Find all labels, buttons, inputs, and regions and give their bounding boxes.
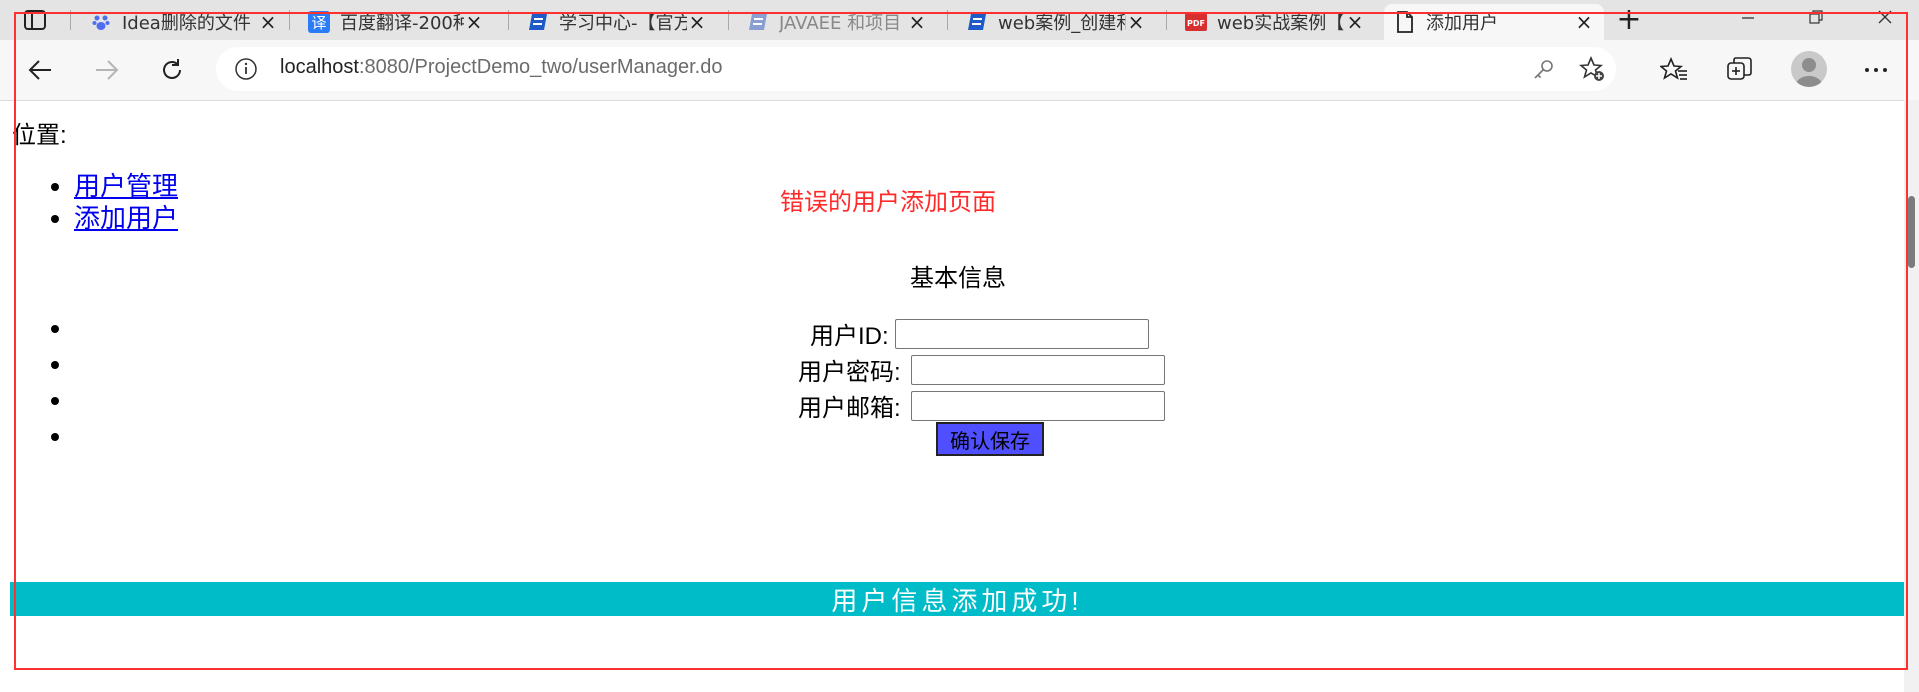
tab-6[interactable]: PDF web实战案例【 × [1175, 4, 1375, 40]
baidu-paw-icon [90, 11, 112, 33]
list-item [74, 382, 81, 418]
tab-1[interactable]: Idea删除的文件 × [80, 4, 288, 40]
minimize-icon [1742, 17, 1754, 19]
forward-arrow-icon [96, 60, 119, 80]
close-icon [1878, 10, 1892, 24]
tab-2[interactable]: 译 百度翻译-200种 × [298, 4, 494, 40]
more-dots-icon [1865, 68, 1887, 72]
tab-strip: Idea删除的文件 × 译 百度翻译-200种 × 学习中心-【官方 × JAV… [0, 0, 1919, 40]
link-add-user[interactable]: 添加用户 [74, 203, 178, 233]
tab-separator [947, 10, 948, 30]
close-icon[interactable]: × [1345, 12, 1365, 32]
user-id-label: 用户ID: [810, 323, 889, 350]
tab-3[interactable]: 学习中心-【官方 × [517, 4, 717, 40]
nav-links: 用户管理 添加用户 [0, 170, 178, 234]
csdn-edu-icon [966, 11, 988, 33]
back-button[interactable] [20, 52, 60, 88]
refresh-button[interactable] [152, 52, 192, 88]
list-item: 用户管理 [74, 170, 178, 202]
scrollbar-thumb[interactable] [1908, 196, 1915, 268]
csdn-edu-icon [747, 11, 769, 33]
url-host: localhost [280, 56, 359, 78]
empty-bullet-list [0, 310, 81, 454]
plus-icon: + [1616, 2, 1642, 37]
tab-separator [1166, 10, 1167, 30]
tab-4[interactable]: JAVAEE 和项目 × [737, 4, 937, 40]
success-message-bar: 用户信息添加成功! [10, 582, 1904, 616]
baidu-translate-icon: 译 [308, 11, 330, 33]
error-title: 错误的用户添加页面 [780, 189, 996, 216]
tab-separator [728, 10, 729, 30]
url-path: :8080/ProjectDemo_two/userManager.do [358, 56, 723, 78]
page-content: 位置: 用户管理 添加用户 错误的用户添加页面 基本信息 用户ID: 用户密码:… [0, 100, 1904, 692]
favorites-icon [1660, 57, 1687, 80]
add-favorite-icon[interactable] [1579, 56, 1605, 82]
user-email-input[interactable] [910, 390, 1165, 421]
url-text[interactable]: localhost:8080/ProjectDemo_two/userManag… [280, 56, 722, 79]
link-user-management[interactable]: 用户管理 [74, 171, 178, 201]
svg-text:译: 译 [311, 14, 326, 32]
pdf-icon: PDF [1185, 11, 1207, 33]
user-email-row: 用户邮箱: [798, 388, 1165, 423]
user-email-label: 用户邮箱: [798, 395, 901, 422]
user-password-label: 用户密码: [798, 359, 901, 386]
csdn-edu-icon [527, 11, 549, 33]
settings-more-button[interactable] [1858, 52, 1894, 88]
tab-separator [289, 10, 290, 30]
collections-button[interactable] [1722, 52, 1758, 88]
restore-icon [1809, 10, 1823, 24]
tab-6-label: web实战案例【 [1217, 13, 1345, 34]
avatar[interactable] [1791, 51, 1827, 87]
key-icon[interactable] [1532, 57, 1556, 81]
tab-1-label: Idea删除的文件 [122, 13, 251, 34]
collections-icon [1727, 57, 1752, 80]
list-item [74, 346, 81, 382]
favorites-button[interactable] [1656, 52, 1692, 88]
list-item [74, 418, 81, 454]
svg-text:PDF: PDF [1187, 19, 1205, 28]
toolbar: localhost:8080/ProjectDemo_two/userManag… [0, 40, 1919, 101]
tab-separator [508, 10, 509, 30]
forward-button[interactable] [87, 52, 127, 88]
close-window-button[interactable] [1855, 0, 1915, 34]
list-item: 添加用户 [74, 202, 178, 234]
refresh-icon [163, 59, 181, 79]
location-label: 位置: [12, 122, 67, 149]
user-profile-icon [1796, 58, 1822, 87]
user-id-row: 用户ID: [810, 316, 1149, 351]
tab-2-label: 百度翻译-200种 [340, 13, 464, 34]
close-icon[interactable]: × [687, 12, 707, 32]
tab-3-label: 学习中心-【官方 [559, 13, 687, 34]
info-icon[interactable] [234, 57, 258, 81]
address-bar[interactable]: localhost:8080/ProjectDemo_two/userManag… [216, 47, 1616, 91]
back-arrow-icon [28, 60, 51, 80]
tab-5[interactable]: web案例_创建和 × [956, 4, 1156, 40]
user-password-input[interactable] [910, 354, 1165, 385]
user-id-input[interactable] [894, 318, 1149, 349]
save-button[interactable]: 确认保存 [936, 422, 1044, 456]
close-icon[interactable]: × [258, 12, 278, 32]
new-tab-button[interactable]: + [1614, 5, 1644, 36]
tab-5-label: web案例_创建和 [998, 13, 1126, 34]
close-icon[interactable]: × [1126, 12, 1146, 32]
tab-4-label: JAVAEE 和项目 [779, 13, 902, 34]
restore-button[interactable] [1786, 0, 1846, 34]
sidebar-toggle-button[interactable] [22, 8, 48, 32]
close-icon[interactable]: × [464, 12, 484, 32]
sidebar-icon [24, 10, 46, 30]
close-icon[interactable]: × [907, 12, 927, 32]
scrollbar[interactable] [1904, 100, 1919, 692]
list-item [74, 310, 81, 346]
close-icon[interactable]: × [1574, 12, 1594, 32]
tab-separator [70, 10, 71, 30]
page-icon [1394, 11, 1416, 33]
form-title: 基本信息 [910, 265, 1006, 292]
user-password-row: 用户密码: [798, 352, 1165, 387]
tab-7-label: 添加用户 [1426, 13, 1498, 34]
minimize-button[interactable] [1718, 0, 1778, 34]
tab-7-active[interactable]: 添加用户 × [1384, 4, 1604, 40]
